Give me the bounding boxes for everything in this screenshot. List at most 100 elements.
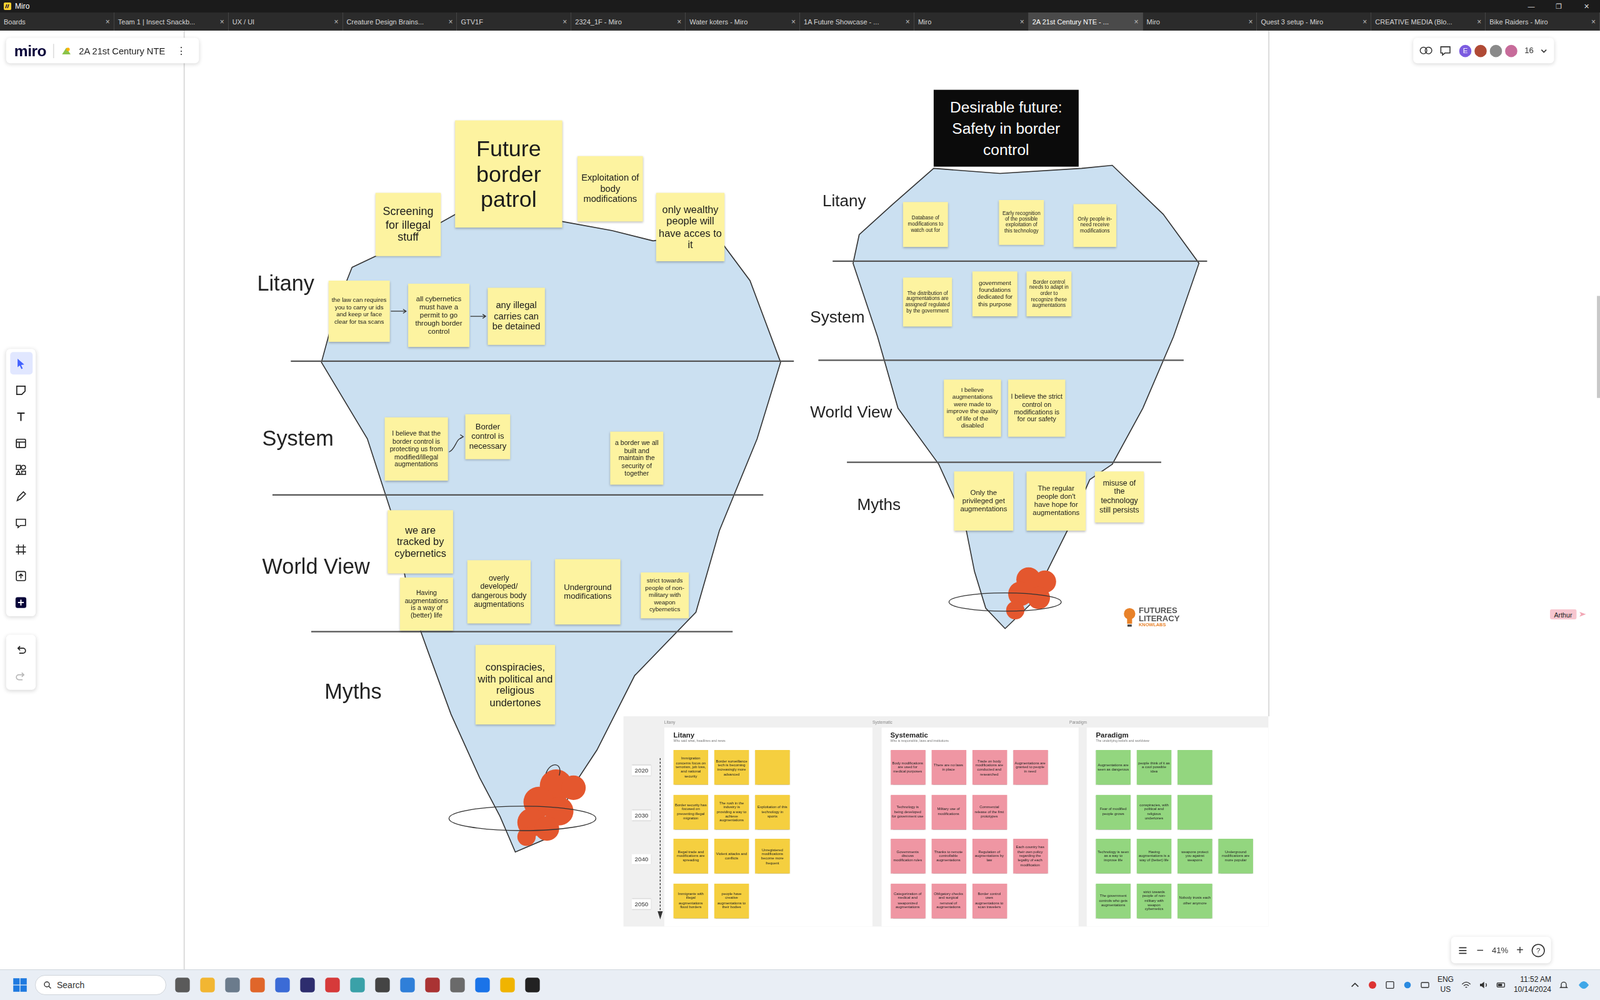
sticky-note[interactable]: people have creative augmentations to th… <box>714 883 750 919</box>
sticky-note[interactable]: Future border patrol <box>455 120 562 228</box>
tab-close-button[interactable]: × <box>905 17 910 27</box>
sticky-note[interactable]: Nobody trusts each other anymore <box>1177 883 1213 919</box>
sticky-note[interactable]: Only the privileged get augmentations <box>954 471 1014 531</box>
collaborator-count[interactable]: 16 <box>1524 45 1534 55</box>
browser-tab[interactable]: Water koters - Miro × <box>685 12 800 31</box>
tab-close-button[interactable]: × <box>220 17 225 27</box>
app-icon[interactable] <box>248 976 267 994</box>
sticky-note[interactable]: Technology is being developed for govern… <box>890 794 925 830</box>
sticky-note[interactable]: conspiracies, with political and religio… <box>475 645 555 725</box>
tab-close-button[interactable]: × <box>105 17 110 27</box>
sticky-note[interactable]: Border control uses augmentations to sca… <box>971 883 1007 919</box>
browser-tab[interactable]: CREATIVE MEDIA (Blo... × <box>1371 12 1486 31</box>
zoom-in-button[interactable]: + <box>1516 943 1524 958</box>
chevron-up-icon[interactable] <box>1350 980 1360 990</box>
board-name[interactable]: 2A 21st Century NTE <box>78 45 165 56</box>
sticky-note[interactable]: The regular people don't have hope for a… <box>1026 471 1086 531</box>
sticky-note[interactable]: Having augmentations is a way of (better… <box>400 577 454 631</box>
browser-tab[interactable]: 2A 21st Century NTE - ... × <box>1028 12 1144 31</box>
sticky-note[interactable]: only wealthy people will have acces to i… <box>656 193 725 262</box>
browser-tab[interactable]: GTV1F × <box>456 12 572 31</box>
sticky-note[interactable]: Regulation of augmentations by law <box>971 838 1007 874</box>
tab-close-button[interactable]: × <box>1362 17 1367 27</box>
sticky-note[interactable]: strict towards people of non-military wi… <box>1136 883 1172 919</box>
timeline-panel[interactable]: Systematic Who is responsible, laws and … <box>881 727 1079 927</box>
window-control-button[interactable]: — <box>1517 2 1545 11</box>
sticky-note[interactable]: There are no laws in place <box>931 750 967 785</box>
sticky-note[interactable]: Screening for illegal stuff <box>375 193 441 257</box>
sticky-note[interactable]: Border control is necessary <box>465 414 510 460</box>
sticky-note[interactable]: Augmentations are seen as dangerous <box>1095 750 1131 785</box>
sticky-note[interactable]: The distribution of augmentations are as… <box>903 277 952 327</box>
app-icon[interactable] <box>273 976 292 994</box>
board-canvas[interactable]: LitanySystemWorld ViewMyths Future borde… <box>0 30 1600 970</box>
sticky-note[interactable]: Underground modifications are more popul… <box>1218 838 1254 874</box>
browser-tab[interactable]: Boards × <box>0 12 115 31</box>
tab-close-button[interactable]: × <box>448 17 453 27</box>
sticky-tool-button[interactable] <box>10 378 33 402</box>
sticky-note[interactable]: a border we all built and maintain the s… <box>610 431 664 485</box>
pen-tool-button[interactable] <box>10 485 33 508</box>
app-icon[interactable] <box>523 976 542 994</box>
sticky-note[interactable]: Obligatory checks and surgical removal o… <box>931 883 967 919</box>
sticky-note[interactable]: Military use of modifications <box>931 794 967 830</box>
volume-icon[interactable] <box>1478 980 1489 990</box>
sticky-note[interactable]: all cybernetics must have a permit to go… <box>408 283 470 347</box>
sticky-note[interactable]: Immigration concerns focus on terrorism,… <box>673 750 709 785</box>
sticky-note[interactable] <box>1177 794 1213 830</box>
notification-bell-icon[interactable] <box>1558 980 1569 990</box>
board-menu-button[interactable]: ⋮ <box>172 45 191 57</box>
browser-tab[interactable]: Team 1 | Insect Snackb... × <box>114 12 229 31</box>
sticky-note[interactable]: strict towards people of non-military wi… <box>640 572 689 619</box>
sticky-note[interactable]: we are tracked by cybernetics <box>387 510 453 574</box>
app-icon[interactable] <box>423 976 442 994</box>
redo-button[interactable] <box>10 664 33 687</box>
upload-tool-button[interactable] <box>10 564 33 587</box>
timeline-panel[interactable]: Paradigm The underlying beliefs and worl… <box>1086 727 1269 927</box>
table-tool-button[interactable] <box>10 431 33 455</box>
sticky-note[interactable]: government foundations dedicated for thi… <box>972 271 1018 317</box>
user-avatar[interactable]: E <box>1458 43 1473 58</box>
sticky-note[interactable]: The government controls who gets augment… <box>1095 883 1131 919</box>
sticky-note[interactable]: Thanks to remote controllable augmentati… <box>931 838 967 874</box>
sticky-note[interactable]: Database of modifications to watch out f… <box>903 201 949 247</box>
app-icon[interactable] <box>198 976 217 994</box>
app-tray-icon[interactable] <box>1385 980 1395 990</box>
language-indicator[interactable]: ENGUS <box>1437 975 1454 995</box>
reactions-icon[interactable] <box>1419 43 1433 57</box>
timeline-panel[interactable]: Litany Who said what, headlines and news… <box>664 727 873 927</box>
copilot-icon[interactable] <box>1576 977 1592 993</box>
tab-close-button[interactable]: × <box>334 17 339 27</box>
zoom-out-button[interactable]: − <box>1476 943 1484 958</box>
frame-tool-button[interactable] <box>10 537 33 560</box>
sticky-note[interactable]: misuse of the technology still persists <box>1095 471 1144 523</box>
more-tool-button[interactable] <box>10 590 33 614</box>
app-tray-icon[interactable] <box>1367 980 1378 990</box>
sticky-note[interactable]: Border control needs to adapt in order t… <box>1026 271 1072 317</box>
sticky-note[interactable]: I believe that the border control is pro… <box>385 417 449 481</box>
timeline-table[interactable]: LitanySystematicParadigm 202020302040205… <box>623 716 1269 927</box>
window-control-button[interactable]: ✕ <box>1572 2 1600 11</box>
list-icon[interactable] <box>1456 944 1469 956</box>
user-avatar[interactable] <box>1488 43 1504 58</box>
tab-close-button[interactable]: × <box>1134 17 1139 27</box>
sticky-note[interactable]: weapons protect you against weapons <box>1177 838 1213 874</box>
sticky-note[interactable]: Augmentations are granted to people in n… <box>1012 750 1048 785</box>
undo-button[interactable] <box>10 637 33 660</box>
sticky-note[interactable]: Early recognition of the possible exploi… <box>998 200 1044 245</box>
sticky-note[interactable]: conspiracies, with political and religio… <box>1136 794 1172 830</box>
clock[interactable]: 11:52 AM 10/14/2024 <box>1513 975 1552 995</box>
sticky-note[interactable]: Governments discuss modification rules <box>890 838 925 874</box>
browser-tab[interactable]: Miro × <box>914 12 1029 31</box>
taskbar-search[interactable]: Search <box>35 975 167 995</box>
sticky-note[interactable]: Unregistered modifications become more f… <box>755 838 790 874</box>
window-control-button[interactable]: ❐ <box>1545 2 1573 11</box>
app-icon[interactable] <box>448 976 467 994</box>
sticky-note[interactable]: Technology is seen as a way to improve l… <box>1095 838 1131 874</box>
sticky-note[interactable]: Fear of modified people grows <box>1095 794 1131 830</box>
browser-tab[interactable]: Bike Raiders - Miro × <box>1485 12 1600 31</box>
sticky-note[interactable]: overly developed/ dangerous body augment… <box>467 560 531 624</box>
sticky-note[interactable]: I believe augmentations were made to imp… <box>943 379 1001 437</box>
comments-icon[interactable] <box>1438 43 1452 57</box>
sticky-note[interactable]: the law can requires you to carry ur ids… <box>328 280 390 342</box>
